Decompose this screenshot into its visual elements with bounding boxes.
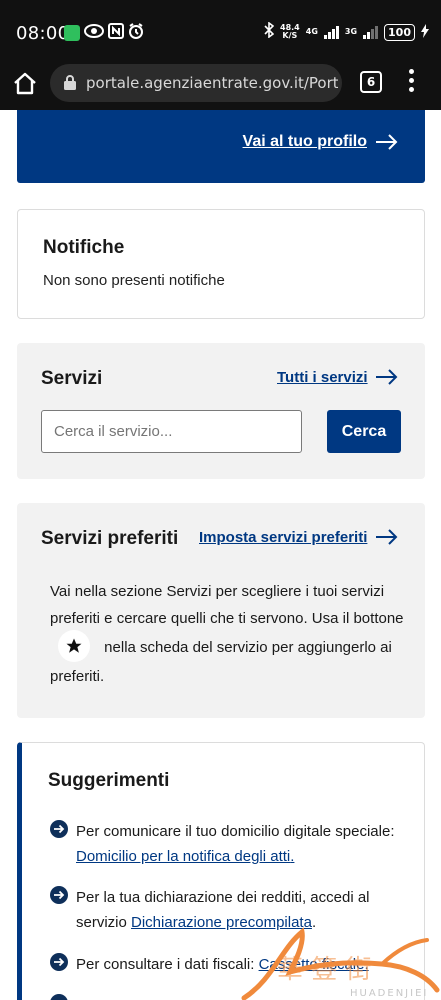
favorite-services-title: Servizi preferiti — [41, 528, 179, 549]
notifications-title: Notifiche — [43, 237, 125, 258]
star-icon — [58, 630, 90, 662]
charging-icon — [421, 23, 429, 42]
network-type-2: 3G — [344, 27, 358, 36]
signal-icon-1 — [323, 25, 339, 39]
home-button[interactable] — [12, 71, 40, 99]
address-bar[interactable]: portale.agenziaentrate.gov.it/PortaleWeb — [50, 64, 342, 102]
favorite-text-before: Vai nella sezione Servizi per scegliere … — [50, 583, 404, 627]
arrow-right-icon[interactable] — [375, 368, 399, 386]
eye-icon — [84, 23, 104, 43]
favorite-services-card: Servizi preferiti Imposta servizi prefer… — [17, 503, 425, 718]
net-speed: 48.4 K/S — [280, 24, 300, 40]
browser-toolbar: portale.agenziaentrate.gov.it/PortaleWeb… — [0, 64, 441, 110]
status-time: 08:00 — [16, 23, 70, 44]
app-notification-icon — [64, 25, 80, 41]
status-right-group: 48.4 K/S 4G 3G 100 — [264, 21, 429, 42]
url-text[interactable]: portale.agenziaentrate.gov.it/PortaleWeb — [86, 74, 338, 92]
profile-banner: Vai al tuo profilo — [17, 110, 425, 183]
signal-icon-2 — [363, 25, 379, 39]
arrow-circle-icon — [50, 994, 68, 1000]
domicilio-link[interactable]: Domicilio per la notifica degli atti — [76, 848, 290, 865]
suggestion-item: Per comunicare il tuo domicilio digitale… — [50, 819, 400, 869]
svg-text:華 簦 街: 華 簦 街 — [277, 955, 372, 985]
search-button[interactable]: Cerca — [327, 410, 401, 453]
notifications-empty-text: Non sono presenti notifiche — [43, 272, 225, 289]
net-speed-unit: K/S — [282, 31, 298, 40]
bluetooth-icon — [264, 21, 275, 42]
arrow-right-icon[interactable] — [375, 133, 399, 151]
nfc-icon — [108, 23, 124, 43]
favorite-text-after: nella scheda del servizio per aggiungerl… — [50, 638, 392, 685]
overflow-menu-button[interactable] — [406, 69, 416, 97]
profile-link[interactable]: Vai al tuo profilo — [243, 133, 367, 151]
suggestion-lead: Per comunicare il tuo domicilio digitale… — [76, 823, 395, 840]
arrow-circle-icon — [50, 820, 68, 838]
favorite-services-description: Vai nella sezione Servizi per scegliere … — [50, 579, 410, 691]
arrow-right-icon[interactable] — [375, 528, 399, 546]
arrow-circle-icon — [50, 886, 68, 904]
status-bar: 08:00 48.4 K/S 4G 3G 100 — [0, 0, 441, 64]
network-type-1: 4G — [305, 27, 318, 36]
suggestions-title: Suggerimenti — [48, 770, 170, 791]
tab-switcher-button[interactable]: 6 — [360, 71, 382, 93]
arrow-circle-icon — [50, 953, 68, 971]
suggestion-text: Per comunicare il tuo domicilio digitale… — [76, 819, 400, 869]
battery-icon: 100 — [384, 23, 415, 41]
all-services-link[interactable]: Tutti i servizi — [277, 369, 368, 386]
svg-text:HUADENJIEI: HUADENJIEI — [350, 988, 428, 999]
set-favorites-link[interactable]: Imposta servizi preferiti — [199, 529, 367, 546]
notifications-card: Notifiche Non sono presenti notifiche — [17, 209, 425, 319]
suggestion-suffix: . — [290, 848, 295, 865]
services-title: Servizi — [41, 368, 103, 389]
alarm-icon — [128, 23, 144, 43]
watermark-logo: 華 簦 街 HUADENJIEI — [232, 920, 441, 1000]
service-search-input[interactable] — [41, 410, 302, 453]
services-card: Servizi Tutti i servizi Cerca — [17, 343, 425, 479]
lock-icon — [64, 75, 76, 90]
